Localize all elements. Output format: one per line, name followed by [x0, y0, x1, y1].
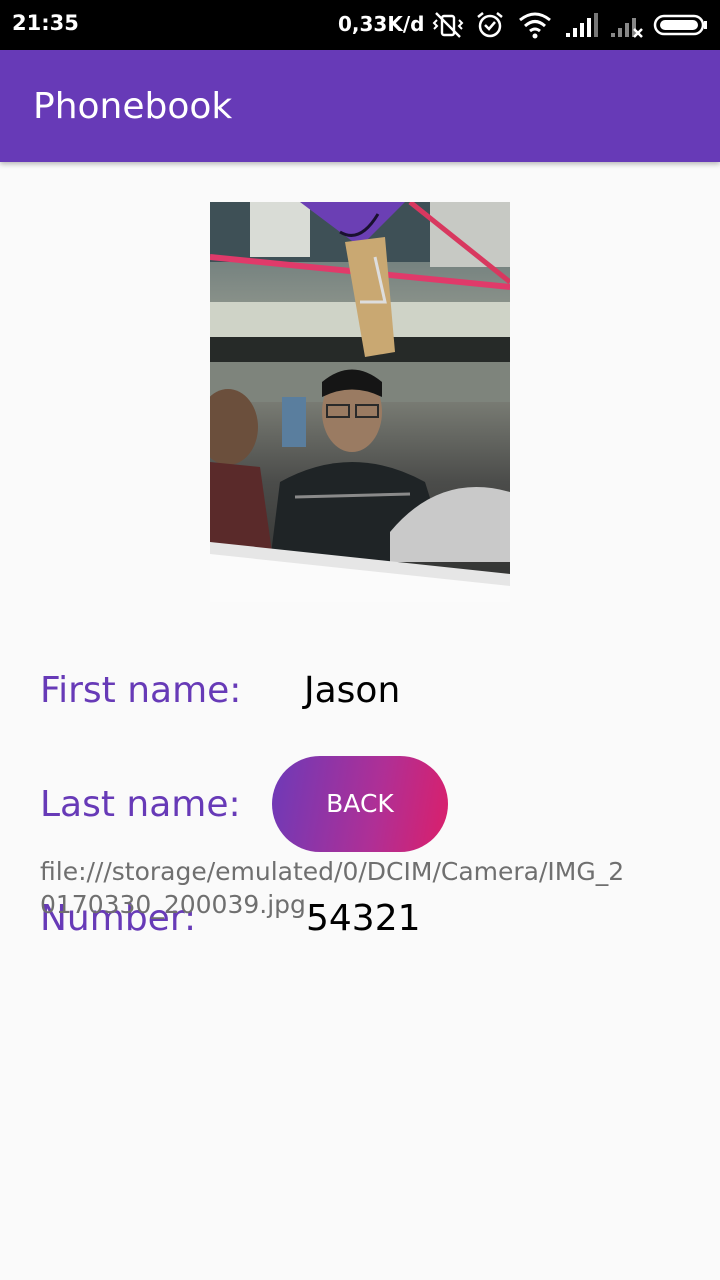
first-name-label: First name:	[40, 670, 242, 711]
back-button[interactable]: BACK	[272, 756, 448, 852]
first-name-value: Jason	[304, 670, 401, 711]
status-bar: 21:35 0,33K/d	[0, 0, 720, 50]
photo-uri-text: file:///storage/emulated/0/DCIM/Camera/I…	[40, 857, 625, 919]
app-title: Phonebook	[33, 86, 233, 127]
signal-no-sim-icon	[611, 18, 643, 38]
network-speed: 0,33K/d	[338, 12, 425, 36]
app-bar: Phonebook	[0, 50, 720, 162]
wifi-icon	[519, 12, 551, 39]
alarm-icon	[477, 12, 503, 38]
vibrate-off-icon	[432, 12, 464, 38]
last-name-label: Last name:	[40, 784, 241, 825]
contact-photo[interactable]	[210, 202, 510, 602]
battery-icon	[653, 14, 707, 36]
signal-icon	[566, 13, 598, 37]
status-time: 21:35	[12, 11, 79, 35]
